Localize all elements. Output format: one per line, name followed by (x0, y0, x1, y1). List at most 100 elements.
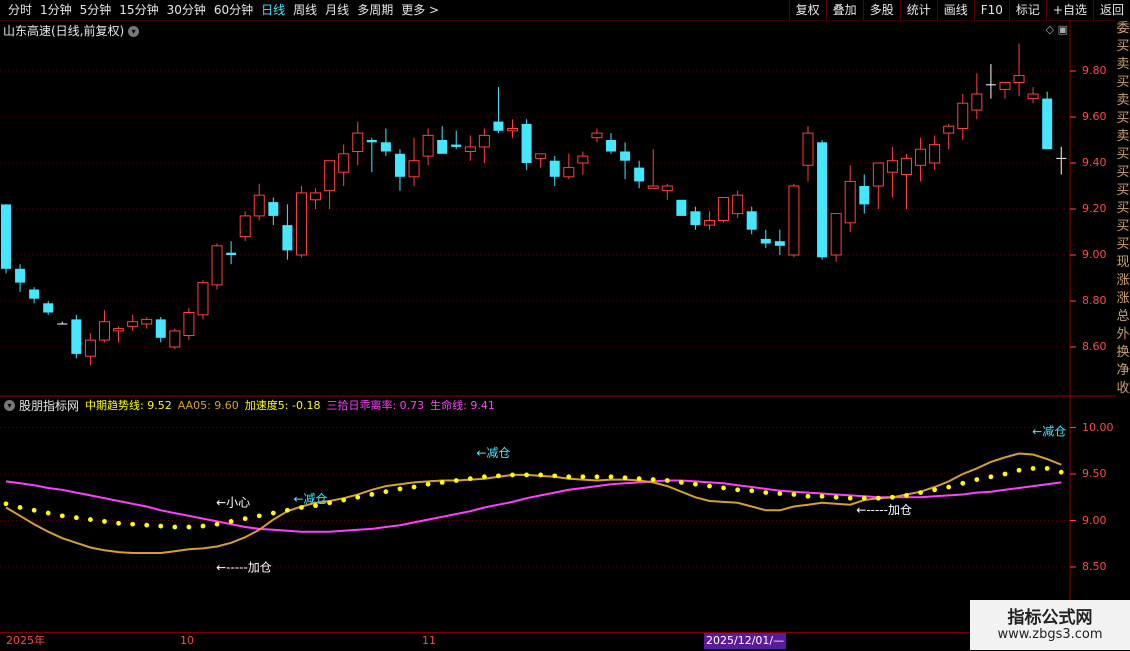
trend-dot (397, 486, 403, 492)
indicator-axis-label: 8.50 (1082, 560, 1107, 573)
candle (155, 317, 166, 343)
candle-body (239, 215, 251, 238)
candle (239, 211, 251, 242)
indicator-name[interactable]: 股朋指标网 (19, 397, 79, 414)
indicator-legend: ▾ 股朋指标网 中期趋势线: 9.52 AA05: 9.60 加速度5: -0.18… (0, 397, 501, 413)
candle (760, 229, 771, 249)
candle (352, 121, 364, 166)
trend-dot (791, 492, 797, 497)
trend-dot (819, 493, 825, 499)
trend-dot (721, 485, 726, 491)
quote-panel-char: 买 (1116, 183, 1130, 198)
candle (929, 135, 941, 170)
quote-panel-char: 买 (1116, 39, 1130, 54)
trend-dot (763, 490, 769, 495)
candle (746, 206, 757, 235)
candle (999, 82, 1011, 99)
candle-body (324, 160, 336, 192)
candle (226, 241, 237, 265)
candle-body (183, 312, 195, 336)
signal-annotation: ←减仓 (476, 446, 510, 460)
price-axis-label: 9.80 (1082, 64, 1107, 77)
indicator-value: 中期趋势线: 9.52 (85, 399, 172, 412)
candle (1, 204, 11, 274)
trend-dot (735, 487, 741, 493)
candle-body (155, 319, 166, 338)
trend-dot (552, 473, 558, 479)
trend-dot (411, 484, 417, 490)
candle-body (760, 238, 771, 244)
candle (29, 287, 40, 304)
candle-body (451, 144, 462, 147)
candle (113, 326, 125, 343)
candle (886, 146, 898, 198)
time-cursor-label: 2025/12/01/— (704, 633, 787, 649)
trend-dot (496, 473, 501, 479)
trend-dot (833, 494, 839, 500)
quote-panel-char: 买 (1116, 201, 1130, 216)
trend-dot (946, 484, 952, 490)
trend-dot (31, 507, 37, 513)
trend-dot (214, 521, 220, 527)
candle (704, 211, 715, 230)
candle (464, 135, 476, 161)
candle-body (971, 93, 983, 111)
candle-body (71, 319, 82, 354)
candle (521, 119, 532, 170)
trend-dot (861, 495, 867, 501)
candle (1027, 87, 1039, 104)
candle-body (437, 140, 448, 154)
price-axis-label: 9.40 (1082, 156, 1107, 169)
trend-dot (369, 492, 375, 497)
quote-panel-char: 卖 (1116, 57, 1130, 72)
quote-side-panel[interactable]: 委买卖买卖买卖买买买买买买现涨涨总外换净收 (1116, 20, 1130, 632)
candle-body (634, 167, 645, 182)
candle-body (507, 128, 519, 132)
trend-dot (524, 472, 529, 478)
candle (366, 137, 377, 173)
price-axis-label: 9.60 (1082, 110, 1107, 123)
candlestick-chart[interactable]: ←-----加仓 ←小心 ←减仓 ←减仓 ←-----加仓 ←减仓 (0, 0, 1116, 632)
chevron-down-icon[interactable]: ▾ (4, 399, 15, 411)
trend-dot (3, 501, 9, 507)
trend-dot (650, 477, 656, 482)
quote-panel-char: 卖 (1116, 93, 1130, 108)
candle-body (915, 148, 927, 166)
candle-body (1027, 93, 1039, 100)
watermark-url: www.zbgs3.com (997, 627, 1103, 642)
candle (183, 307, 195, 341)
candle-body (549, 160, 560, 177)
candle-body (197, 282, 209, 316)
trend-dot (890, 494, 895, 500)
indicator-axis-label: 9.50 (1082, 467, 1107, 480)
trend-dot (228, 519, 234, 524)
candle (197, 280, 209, 320)
candle-body (295, 192, 307, 256)
candle-body (999, 82, 1011, 90)
trend-dot (453, 478, 459, 483)
candle (507, 119, 519, 138)
trend-dot (918, 490, 923, 495)
trend-dot (960, 480, 966, 486)
quote-panel-char: 总 (1116, 309, 1130, 324)
price-axis-label: 9.20 (1082, 202, 1107, 215)
quote-panel-char: 买 (1116, 75, 1130, 90)
candle (606, 133, 617, 154)
candle (451, 130, 462, 150)
trend-dot (88, 517, 93, 522)
candle (943, 123, 955, 150)
candle (535, 153, 547, 168)
candle (253, 183, 265, 221)
candle-body (1, 204, 11, 269)
candle (1056, 146, 1067, 175)
signal-annotation: ←-----加仓 (216, 561, 272, 575)
trend-dot (580, 474, 586, 480)
candle (859, 174, 870, 214)
candle (634, 160, 645, 189)
trend-dot (636, 476, 642, 482)
candle (408, 137, 420, 186)
candle (394, 149, 405, 191)
candle (577, 151, 589, 175)
candle (661, 183, 673, 200)
candle (732, 190, 744, 219)
